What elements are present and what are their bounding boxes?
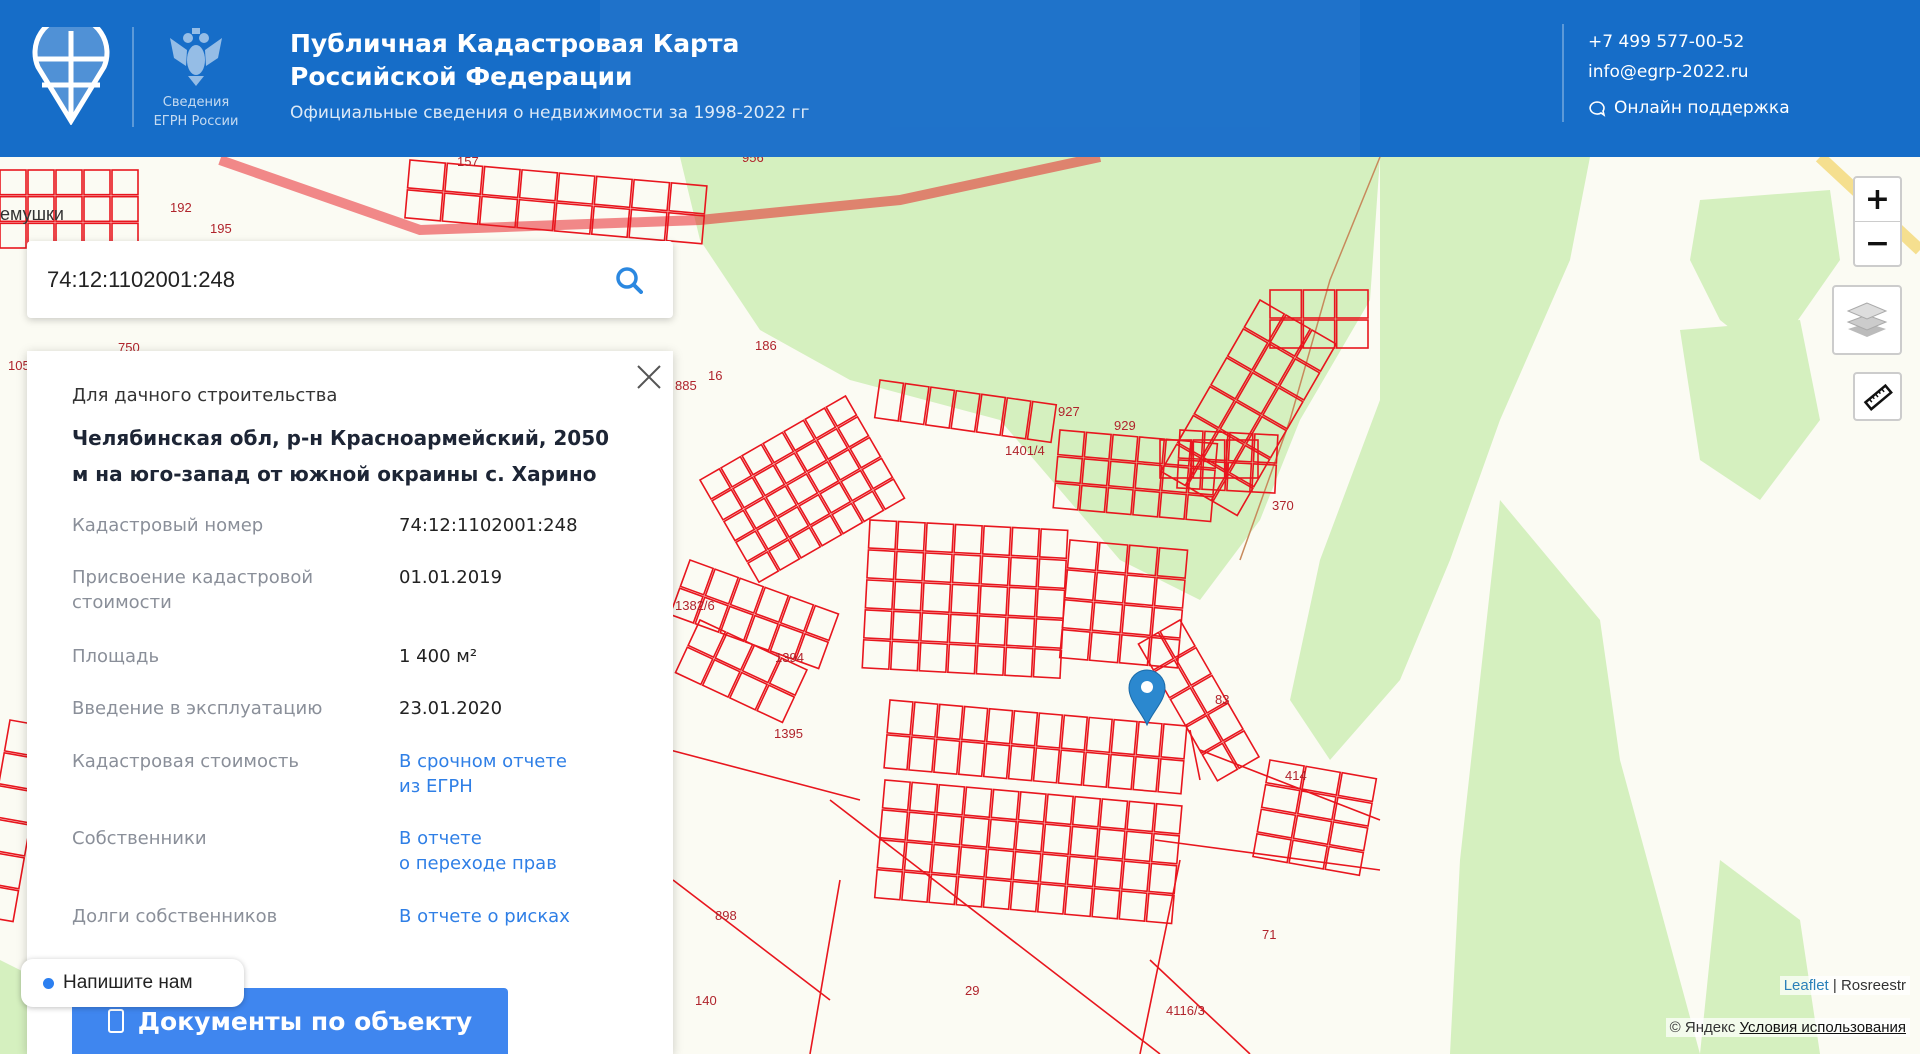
layers-button[interactable]: [1832, 285, 1902, 355]
parcel-number-label: 929: [1114, 418, 1136, 433]
row-label: Долги собственников: [72, 906, 278, 927]
parcel-number-label: емушки: [0, 204, 64, 224]
title-line1: Публичная Кадастровая Карта: [290, 29, 740, 58]
parcel-number-label: 186: [755, 338, 777, 353]
zoom-out-button[interactable]: −: [1855, 222, 1900, 265]
header-divider: [132, 27, 134, 127]
terms-link[interactable]: Условия использования: [1740, 1019, 1907, 1036]
yandex-attribution: © Яндекс Условия использования: [1665, 1018, 1910, 1037]
attr-separator: |: [1828, 977, 1841, 994]
egrn-line2: ЕГРН России: [153, 114, 239, 129]
row-value: 23.01.2020: [399, 698, 503, 719]
documents-button-label: Документы по объекту: [137, 1006, 473, 1036]
zoom-in-button[interactable]: +: [1855, 178, 1900, 222]
parcel-number-label: 16: [708, 368, 722, 383]
phone-link[interactable]: +7 499 577-00-52: [1588, 27, 1790, 57]
site-subtitle: Официальные сведения о недвижимости за 1…: [290, 103, 810, 123]
parcel-number-label: 1394: [775, 650, 804, 665]
yandex-credit: © Яндекс: [1669, 1019, 1736, 1036]
parcel-number-label: 414: [1285, 768, 1307, 783]
egrn-line1: Сведения: [162, 95, 230, 110]
parcel-number-label: 4116/3: [1166, 1003, 1205, 1018]
measure-button[interactable]: [1853, 372, 1902, 421]
email-link[interactable]: info@egrp-2022.ru: [1588, 57, 1790, 87]
parcel-number-label: 370: [1272, 498, 1294, 513]
row-value: 74:12:1102001:248: [399, 515, 578, 536]
parcel-number-label: 29: [965, 983, 979, 998]
row-label: Кадастровый номер: [72, 515, 264, 536]
row-label: Кадастровая стоимость: [72, 751, 299, 772]
cadastral-search-input[interactable]: [47, 266, 587, 293]
online-support-link[interactable]: Онлайн поддержка: [1588, 93, 1790, 123]
leaflet-link[interactable]: Leaflet: [1784, 977, 1829, 994]
pkk-logo-icon[interactable]: [32, 27, 110, 125]
parcel-number-label: 140: [695, 993, 717, 1008]
risk-report-link[interactable]: В отчете о рисках: [399, 904, 649, 929]
parcel-number-label: 1382/6: [675, 598, 715, 613]
search-box: [27, 241, 673, 318]
close-icon[interactable]: [635, 363, 663, 391]
ruler-icon: [1863, 383, 1893, 411]
parcel-number-label: 927: [1058, 404, 1080, 419]
rights-transfer-report-link[interactable]: В отчете: [399, 826, 649, 851]
parcel-number-label: 885: [675, 378, 697, 393]
chat-bubble-icon: [1589, 100, 1606, 117]
rosreestr-credit: Rosreestr: [1840, 977, 1906, 994]
document-icon: [107, 1009, 124, 1033]
row-label: Площадь: [72, 646, 160, 667]
land-category: Для дачного строительства: [72, 385, 338, 406]
parcel-number-label: 71: [1262, 927, 1276, 942]
parcel-number-label: 898: [715, 908, 737, 923]
row-label: Собственники: [72, 828, 207, 849]
site-header: Сведения ЕГРН России Публичная Кадастрова…: [0, 0, 1920, 157]
parcel-number-label: 192: [170, 200, 192, 215]
urgent-report-link-cont[interactable]: из ЕГРН: [399, 774, 649, 799]
object-address: Челябинская обл, р-н Красноармейский, 20…: [72, 426, 610, 486]
parcel-number-label: 1401/4: [1005, 443, 1045, 458]
site-title[interactable]: Публичная Кадастровая Карта Российской Фе…: [290, 27, 739, 93]
object-info-panel: Для дачного строительства Челябинская об…: [27, 351, 673, 1054]
parcel-number-label: 1395: [774, 726, 803, 741]
chat-label: Напишите нам: [63, 972, 193, 993]
coat-of-arms-icon: [170, 28, 222, 86]
row-value: 1 400 м²: [399, 646, 478, 667]
parcel-number-label: 83: [1215, 692, 1229, 707]
title-line2: Российской Федерации: [290, 62, 633, 91]
row-label: Присвоение кадастровой стоимости: [72, 567, 314, 613]
contacts-divider: [1562, 24, 1564, 122]
zoom-control: + −: [1853, 176, 1902, 267]
contacts: +7 499 577-00-52 info@egrp-2022.ru Онлай…: [1588, 27, 1790, 123]
search-icon[interactable]: [615, 266, 643, 294]
layers-icon: [1846, 302, 1888, 337]
urgent-report-link[interactable]: В срочном отчете: [399, 749, 649, 774]
rights-transfer-report-link-cont[interactable]: о переходе прав: [399, 851, 649, 876]
write-to-us-button[interactable]: Напишите нам: [21, 959, 244, 1007]
support-label: Онлайн поддержка: [1614, 98, 1790, 118]
egrn-caption: Сведения ЕГРН России: [145, 93, 247, 131]
leaflet-attribution: Leaflet | Rosreestr: [1779, 976, 1910, 995]
parcel-number-label: 195: [210, 221, 232, 236]
row-label: Введение в эксплуатацию: [72, 698, 323, 719]
row-value: 01.01.2019: [399, 567, 503, 588]
online-dot-icon: [43, 977, 54, 989]
